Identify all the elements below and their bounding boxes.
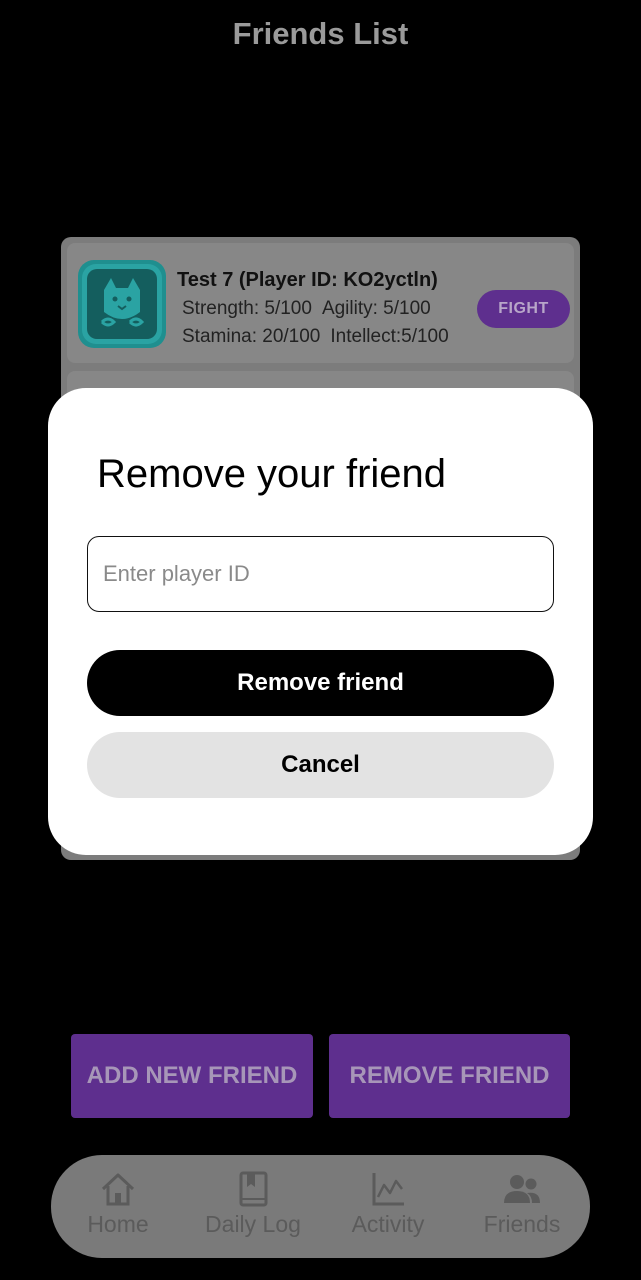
strength-stat: Strength: 5/100 — [182, 298, 312, 319]
fight-button[interactable]: FIGHT — [477, 290, 570, 328]
add-new-friend-button[interactable]: ADD NEW FRIEND — [71, 1034, 313, 1118]
friend-name: Test 7 (Player ID: KO2yctln) — [177, 269, 438, 291]
book-icon — [239, 1171, 268, 1207]
nav-label-home: Home — [87, 1211, 149, 1237]
nav-item-home[interactable]: Home — [53, 1169, 183, 1238]
nav-label-activity: Activity — [351, 1211, 425, 1237]
chart-icon — [372, 1173, 404, 1206]
nav-item-friends[interactable]: Friends — [457, 1169, 587, 1238]
remove-friend-confirm-button[interactable]: Remove friend — [87, 650, 554, 716]
remove-friend-dialog: Remove your friend Remove friend Cancel — [48, 388, 593, 855]
cat-avatar-icon — [78, 260, 166, 348]
remove-friend-button[interactable]: REMOVE FRIEND — [329, 1034, 570, 1118]
nav-label-friends: Friends — [483, 1211, 561, 1237]
friend-stats-row-2: Stamina: 20/100 Intellect:5/100 — [182, 326, 449, 348]
agility-stat: Agility: 5/100 — [321, 298, 431, 319]
nav-item-activity[interactable]: Activity — [323, 1169, 453, 1238]
bottom-nav: Home Daily Log Activity Friends — [51, 1155, 590, 1258]
page-title: Friends List — [232, 16, 409, 51]
cancel-button[interactable]: Cancel — [87, 732, 554, 798]
stamina-stat: Stamina: 20/100 — [182, 326, 321, 347]
player-id-input[interactable] — [87, 536, 554, 612]
people-icon — [504, 1175, 540, 1203]
nav-label-daily-log: Daily Log — [205, 1211, 301, 1237]
home-icon — [101, 1173, 135, 1206]
dialog-title: Remove your friend — [97, 452, 447, 496]
friend-stats-row-1: Strength: 5/100 Agility: 5/100 — [182, 298, 431, 320]
intellect-stat: Intellect:5/100 — [330, 326, 449, 347]
nav-item-daily-log[interactable]: Daily Log — [188, 1169, 318, 1238]
friend-card[interactable]: Test 7 (Player ID: KO2yctln) Strength: 5… — [67, 243, 574, 363]
